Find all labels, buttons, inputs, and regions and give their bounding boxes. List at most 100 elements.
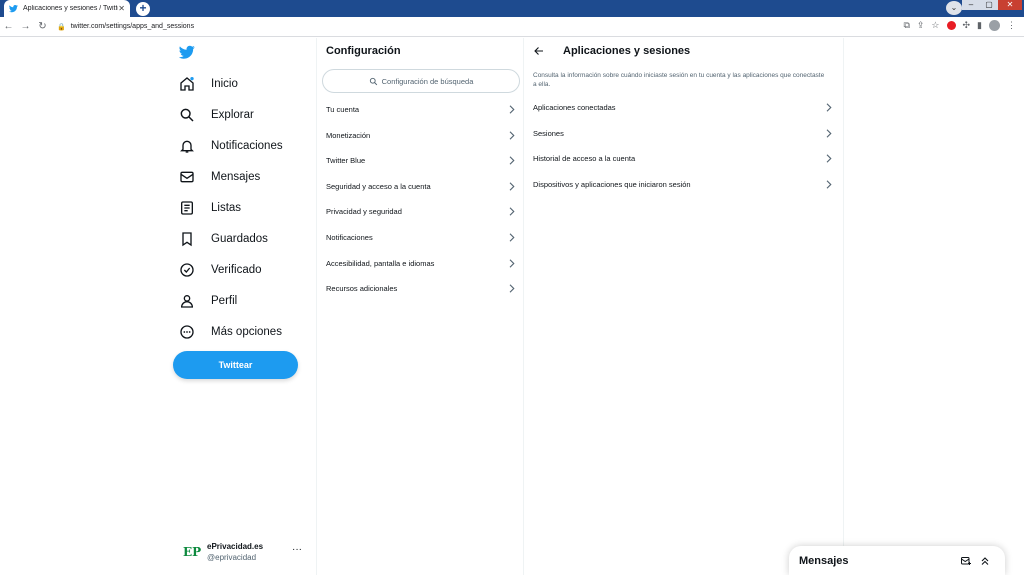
settings-item-accesibilidad[interactable]: Accesibilidad, pantalla e idiomas [317, 251, 524, 276]
detail-item-label: Dispositivos y aplicaciones que iniciaro… [533, 180, 691, 189]
tab-search-icon[interactable]: ⌄ [946, 1, 962, 15]
chevron-right-icon [509, 105, 515, 114]
nav-item-listas[interactable]: Listas [179, 195, 241, 221]
avatar: EP [183, 544, 202, 559]
settings-item-label: Privacidad y seguridad [326, 207, 402, 216]
nav-item-guardados[interactable]: Guardados [179, 226, 268, 252]
account-names: ePrivacidad.es @eprivacidad [207, 542, 263, 562]
tab-close-icon[interactable]: ✕ [118, 4, 125, 13]
nav-item-mensajes[interactable]: Mensajes [179, 164, 260, 190]
minimize-icon[interactable]: – [962, 0, 980, 10]
nav-label: Listas [211, 202, 242, 214]
maximize-icon[interactable]: ▢ [980, 0, 998, 10]
search-icon [180, 108, 194, 122]
chevron-right-icon [509, 259, 515, 268]
nav-label: Explorar [211, 109, 254, 121]
account-name: ePrivacidad.es [207, 542, 264, 551]
detail-item-label: Historial de acceso a la cuenta [533, 154, 636, 163]
detail-item-aplicaciones-conectadas[interactable]: Aplicaciones conectadas [524, 95, 843, 120]
close-window-icon[interactable]: ✕ [998, 0, 1022, 10]
chevron-right-icon [826, 103, 832, 112]
bell-icon [180, 140, 194, 153]
settings-item-notificaciones[interactable]: Notificaciones [317, 225, 524, 250]
settings-item-label: Monetización [326, 131, 371, 140]
detail-item-dispositivos[interactable]: Dispositivos y aplicaciones que iniciaro… [524, 172, 843, 197]
twitter-logo-icon[interactable] [179, 44, 195, 60]
nav-item-perfil[interactable]: Perfil [179, 288, 237, 314]
url-text: twitter.com/settings/apps_and_sessions [70, 23, 195, 30]
verified-icon [180, 263, 194, 277]
settings-item-twitter-blue[interactable]: Twitter Blue [317, 148, 524, 173]
nav-label: Inicio [211, 78, 238, 90]
detail-description: Consulta la información sobre cuándo ini… [533, 72, 825, 88]
settings-column: Configuración Configuración de búsqueda … [316, 38, 524, 575]
google-lens-icon[interactable]: ⧉ [903, 20, 909, 31]
address-bar-row: ← → ↻ 🔒 twitter.com/settings/apps_and_se… [0, 17, 1024, 37]
home-icon [180, 77, 194, 91]
more-icon [180, 325, 194, 339]
nav-item-inicio[interactable]: Inicio [179, 71, 238, 97]
nav-label: Verificado [211, 264, 262, 276]
extensions-puzzle-icon[interactable]: ✣ [963, 20, 971, 31]
left-navigation: Inicio Explorar Notificaciones Mensajes … [173, 38, 316, 575]
chevron-right-icon [509, 207, 515, 216]
chevron-right-icon [509, 156, 515, 165]
new-tab-button[interactable]: + [136, 2, 150, 16]
profile-avatar-icon[interactable] [989, 20, 1000, 31]
chevron-right-icon [826, 129, 832, 138]
url-field[interactable]: 🔒 twitter.com/settings/apps_and_sessions [57, 20, 867, 34]
nav-label: Mensajes [211, 171, 261, 183]
settings-item-seguridad[interactable]: Seguridad y acceso a la cuenta [317, 174, 524, 199]
kebab-menu-icon[interactable]: ⋮ [1007, 20, 1016, 31]
settings-item-label: Accesibilidad, pantalla e idiomas [326, 259, 435, 268]
side-panel-icon[interactable]: ▮ [977, 20, 982, 31]
opera-extension-icon[interactable] [946, 21, 956, 30]
back-arrow-icon[interactable]: ← [0, 21, 17, 32]
chevron-right-icon [509, 233, 515, 242]
tab-title: Aplicaciones y sesiones / Twitter [23, 5, 119, 12]
chevron-right-icon [509, 284, 515, 293]
chevron-right-icon [826, 154, 832, 163]
settings-item-privacidad[interactable]: Privacidad y seguridad [317, 199, 524, 224]
browser-tab-bar: Aplicaciones y sesiones / Twitter ✕ + ⌄ … [0, 0, 1024, 17]
nav-item-notificaciones[interactable]: Notificaciones [179, 133, 283, 159]
account-more-icon[interactable]: ··· [292, 544, 302, 555]
chevron-right-icon [509, 182, 515, 191]
reload-icon[interactable]: ↻ [34, 21, 51, 32]
nav-item-verificado[interactable]: Verificado [179, 257, 262, 283]
star-icon[interactable]: ☆ [931, 20, 939, 31]
detail-item-label: Aplicaciones conectadas [533, 103, 616, 112]
nav-label: Perfil [211, 295, 238, 307]
browser-toolbar-icons: ⧉ ⇪ ☆ ✣ ▮ ⋮ [903, 20, 1016, 31]
forward-arrow-icon[interactable]: → [17, 21, 34, 32]
tweet-button[interactable]: Twittear [173, 351, 298, 379]
account-switcher[interactable]: EP ePrivacidad.es @eprivacidad ··· [183, 538, 308, 566]
new-message-icon[interactable] [960, 555, 972, 567]
search-placeholder: Configuración de búsqueda [381, 76, 474, 86]
share-icon[interactable]: ⇪ [917, 20, 925, 31]
settings-search-input[interactable]: Configuración de búsqueda [322, 69, 520, 93]
settings-item-monetizacion[interactable]: Monetización [317, 123, 524, 148]
nav-item-mas-opciones[interactable]: Más opciones [179, 319, 282, 345]
search-icon [369, 77, 377, 85]
settings-title: Configuración [326, 45, 401, 57]
nav-label: Notificaciones [211, 140, 283, 152]
person-icon [180, 295, 194, 308]
nav-item-explorar[interactable]: Explorar [179, 102, 254, 128]
detail-item-historial[interactable]: Historial de acceso a la cuenta [524, 146, 843, 171]
list-icon [181, 201, 193, 215]
nav-label: Guardados [211, 233, 268, 245]
settings-item-label: Seguridad y acceso a la cuenta [326, 182, 431, 191]
detail-item-sesiones[interactable]: Sesiones [524, 121, 843, 146]
lock-icon[interactable]: 🔒 [57, 23, 66, 31]
account-handle: @eprivacidad [207, 553, 257, 562]
chevron-right-icon [509, 131, 515, 140]
settings-item-label: Twitter Blue [326, 156, 366, 165]
settings-item-label: Recursos adicionales [326, 284, 398, 293]
settings-item-recursos[interactable]: Recursos adicionales [317, 276, 524, 301]
back-arrow-icon[interactable] [533, 45, 545, 57]
messages-drawer[interactable]: Mensajes [789, 546, 1005, 575]
browser-tab[interactable]: Aplicaciones y sesiones / Twitter ✕ [4, 0, 130, 17]
settings-item-tu-cuenta[interactable]: Tu cuenta [317, 97, 524, 122]
chevron-double-up-icon[interactable] [979, 555, 991, 567]
